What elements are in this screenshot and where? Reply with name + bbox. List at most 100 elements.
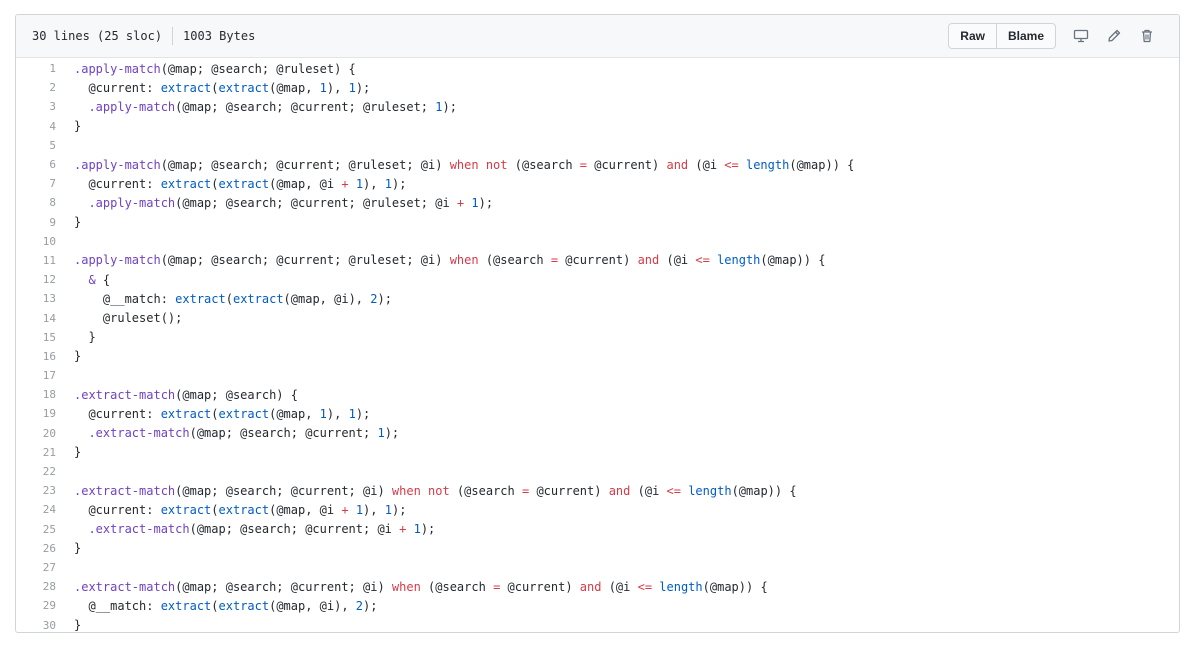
code-token: 1 xyxy=(319,406,327,421)
trash-icon[interactable] xyxy=(1130,23,1163,49)
code-token: (@search xyxy=(449,483,522,498)
code-token: .extract-match xyxy=(74,483,176,498)
line-number[interactable]: 13 xyxy=(16,292,56,305)
code-token: @__match: xyxy=(74,598,161,613)
code-line: 9} xyxy=(16,213,1179,232)
code-token: ); xyxy=(420,522,436,537)
line-number[interactable]: 8 xyxy=(16,196,56,209)
code-line: 2 @current: extract(extract(@map, 1), 1)… xyxy=(16,78,1179,97)
code-token: not xyxy=(428,483,450,498)
line-number[interactable]: 26 xyxy=(16,542,56,555)
code-line: 29 @__match: extract(extract(@map, @i), … xyxy=(16,596,1179,615)
code-token: .apply-match xyxy=(74,61,161,76)
code-token: (@search xyxy=(420,579,494,594)
line-number[interactable]: 24 xyxy=(16,503,56,516)
code-token: extract xyxy=(218,80,270,95)
line-number[interactable]: 12 xyxy=(16,273,56,286)
line-content: } xyxy=(56,349,81,363)
code-token: ); xyxy=(355,406,371,421)
code-token: ); xyxy=(391,502,407,517)
code-token: length xyxy=(745,157,790,172)
code-token: .extract-match xyxy=(88,522,190,537)
line-number[interactable]: 7 xyxy=(16,177,56,190)
line-content: & { xyxy=(56,273,110,287)
line-number[interactable]: 1 xyxy=(16,62,56,75)
line-number[interactable]: 30 xyxy=(16,619,56,632)
code-token: 1 xyxy=(355,502,364,517)
divider xyxy=(172,27,174,45)
line-number[interactable]: 11 xyxy=(16,254,56,267)
code-line: 6 .apply-match(@map; @search; @current; @… xyxy=(16,155,1179,174)
pencil-icon[interactable] xyxy=(1097,23,1130,49)
code-token: (@search xyxy=(478,253,551,268)
line-number[interactable]: 5 xyxy=(16,139,56,152)
line-content: .extract-match(@map; @search; @current; … xyxy=(56,426,399,440)
line-number[interactable]: 19 xyxy=(16,407,56,420)
code-token: (@map)) { xyxy=(760,253,826,268)
blame-button[interactable]: Blame xyxy=(996,23,1056,49)
line-number[interactable]: 21 xyxy=(16,446,56,459)
code-token: (@i xyxy=(630,483,667,498)
code-token: <= xyxy=(637,579,653,594)
code-token: } xyxy=(74,618,82,633)
code-line: 16} xyxy=(16,347,1179,366)
code-token: <= xyxy=(695,253,710,268)
code-token: <= xyxy=(724,157,739,172)
line-number[interactable]: 2 xyxy=(16,81,56,94)
line-content: } xyxy=(56,445,81,459)
code-token: and xyxy=(666,157,689,172)
file-actions: Raw Blame xyxy=(948,23,1163,49)
file-size: 1003 Bytes xyxy=(183,29,256,43)
code-token: } xyxy=(74,119,82,134)
code-token: 1 xyxy=(384,502,392,517)
line-number[interactable]: 10 xyxy=(16,235,56,248)
code-token: extract xyxy=(160,598,212,613)
line-number[interactable]: 3 xyxy=(16,100,56,113)
line-number[interactable]: 15 xyxy=(16,331,56,344)
line-content: } xyxy=(56,215,81,229)
code-token: @current) xyxy=(558,253,638,268)
line-number[interactable]: 22 xyxy=(16,465,56,478)
line-number[interactable]: 9 xyxy=(16,216,56,229)
line-content: .apply-match(@map; @search; @current; @r… xyxy=(56,99,456,114)
line-number[interactable]: 29 xyxy=(16,599,56,612)
code-token: ); xyxy=(377,291,392,306)
code-token: @current: xyxy=(74,406,161,421)
code-token: @current: xyxy=(74,176,161,191)
code-token: .extract-match xyxy=(88,426,190,441)
code-token: (@map)) { xyxy=(731,483,797,498)
code-block: 1 .apply-match(@map; @search; @ruleset) {… xyxy=(16,58,1179,633)
code-token: (@map; @search; @current; @ruleset; xyxy=(175,99,436,114)
code-line: 17 xyxy=(16,366,1179,385)
line-content: @__match: extract(extract(@map, @i), 2); xyxy=(56,599,377,613)
view-button-group: Raw Blame xyxy=(948,23,1056,49)
code-token: ); xyxy=(355,80,371,95)
line-number[interactable]: 18 xyxy=(16,388,56,401)
code-token: } xyxy=(74,349,82,364)
line-number[interactable]: 4 xyxy=(16,120,56,133)
code-token: @current) xyxy=(587,157,667,172)
line-number[interactable]: 16 xyxy=(16,350,56,363)
line-number[interactable]: 6 xyxy=(16,158,56,171)
line-content: } xyxy=(56,541,81,555)
desktop-icon[interactable] xyxy=(1064,23,1097,49)
line-number[interactable]: 20 xyxy=(16,427,56,440)
line-number[interactable]: 27 xyxy=(16,561,56,574)
code-token: length xyxy=(717,253,761,268)
code-line: 30} xyxy=(16,615,1179,633)
line-number[interactable]: 17 xyxy=(16,369,56,382)
raw-button[interactable]: Raw xyxy=(948,23,997,49)
code-line: 22 xyxy=(16,462,1179,481)
line-number[interactable]: 14 xyxy=(16,312,56,325)
code-token: ); xyxy=(384,426,400,441)
line-number[interactable]: 28 xyxy=(16,580,56,593)
line-number[interactable]: 23 xyxy=(16,484,56,497)
line-number[interactable]: 25 xyxy=(16,523,56,536)
code-token: (@map)) { xyxy=(702,579,768,594)
code-token: ), xyxy=(326,80,349,95)
